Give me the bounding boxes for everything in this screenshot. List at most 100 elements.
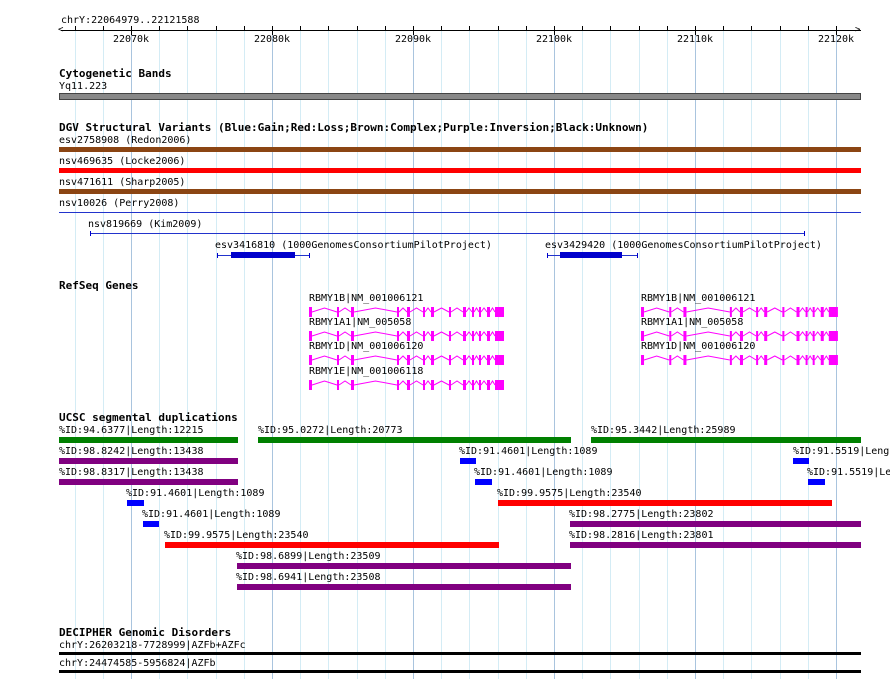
- gene-exon: [812, 355, 815, 365]
- ruler-tick: [469, 26, 470, 31]
- gene-intron: [338, 380, 352, 386]
- segdup-label: %ID:98.8242|Length:13438: [59, 446, 204, 457]
- gene-label[interactable]: RBMY1A1|NM_005058: [641, 317, 743, 328]
- gene-intron: [686, 307, 730, 313]
- ruler-tick: [187, 26, 188, 31]
- dgv-feature-bar[interactable]: [59, 147, 861, 152]
- gene-intron: [409, 331, 424, 337]
- dgv-feature-label: esv2758908 (Redon2006): [59, 135, 192, 146]
- segdup-bar[interactable]: [59, 479, 238, 485]
- segdup-label: %ID:98.8317|Length:13438: [59, 467, 204, 478]
- gene-intron: [311, 307, 338, 313]
- dgv-feature-line[interactable]: [90, 233, 804, 234]
- ruler-right-arrow-icon[interactable]: >: [855, 26, 860, 35]
- gene-exon: [782, 355, 785, 365]
- gene-exon: [669, 331, 672, 341]
- gene-exon: [431, 380, 434, 390]
- gene-exon: [828, 307, 838, 317]
- gene-exon: [495, 331, 504, 341]
- dgv-feature-label: nsv471611 (Sharp2005): [59, 177, 186, 188]
- gene-intron: [473, 355, 480, 361]
- gene-exon: [796, 355, 800, 365]
- gene-exon: [756, 331, 759, 341]
- segdup-bar[interactable]: [237, 584, 571, 590]
- gene-intron: [338, 331, 352, 337]
- gene-intron: [409, 380, 424, 386]
- gene-exon: [739, 331, 743, 341]
- segdup-bar[interactable]: [59, 458, 238, 464]
- dgv-feature-bar[interactable]: [59, 189, 861, 194]
- gene-intron: [784, 331, 797, 337]
- gene-model[interactable]: [309, 354, 516, 366]
- gene-exon: [472, 331, 474, 341]
- feature-endcap: [90, 231, 91, 236]
- gene-exon: [764, 331, 768, 341]
- gene-model[interactable]: [641, 354, 850, 366]
- dgv-feature-label: nsv469635 (Locke2006): [59, 156, 186, 167]
- gene-exon: [337, 307, 339, 317]
- gene-intron: [353, 307, 398, 313]
- segdup-bar[interactable]: [498, 500, 832, 506]
- gene-intron: [465, 331, 473, 337]
- decipher-bar[interactable]: [59, 652, 861, 655]
- gene-label[interactable]: RBMY1B|NM_001006121: [641, 293, 755, 304]
- segdup-label: %ID:91.4601|Length:1089: [142, 509, 281, 520]
- gene-exon: [479, 307, 481, 317]
- gene-label[interactable]: RBMY1D|NM_001006120: [309, 341, 423, 352]
- segdup-bar[interactable]: [591, 437, 861, 443]
- dgv-feature-bar[interactable]: [59, 168, 861, 173]
- gene-intron: [311, 355, 338, 361]
- segdup-bar[interactable]: [808, 479, 825, 485]
- segdup-bar[interactable]: [570, 542, 861, 548]
- ruler-tick: [723, 26, 724, 31]
- gene-label[interactable]: RBMY1E|NM_001006118: [309, 366, 423, 377]
- gene-intron: [311, 331, 338, 337]
- gene-label[interactable]: RBMY1B|NM_001006121: [309, 293, 423, 304]
- decipher-bar[interactable]: [59, 670, 861, 673]
- segdup-bar[interactable]: [460, 458, 476, 464]
- segdup-bar[interactable]: [127, 500, 144, 506]
- gene-intron: [643, 331, 670, 337]
- gene-intron: [473, 331, 480, 337]
- gene-exon: [782, 331, 785, 341]
- gene-exon: [397, 380, 399, 390]
- gene-intron: [311, 380, 338, 386]
- gene-intron: [643, 307, 670, 313]
- gene-exon: [337, 380, 339, 390]
- dgv-feature-line[interactable]: [59, 212, 861, 213]
- segdup-bar[interactable]: [570, 521, 861, 527]
- segdup-bar[interactable]: [475, 479, 492, 485]
- dgv-feature-label: nsv10026 (Perry2008): [59, 198, 180, 209]
- gene-exon: [729, 331, 732, 341]
- gene-intron: [671, 307, 684, 313]
- gene-intron: [450, 307, 464, 313]
- segdup-bar[interactable]: [793, 458, 809, 464]
- gene-exon: [495, 380, 504, 390]
- track-title-segdup: UCSC segmental duplications: [59, 411, 238, 424]
- gene-exon: [805, 331, 808, 341]
- cytoband-bar[interactable]: [59, 93, 861, 100]
- gene-exon: [820, 331, 824, 341]
- segdup-bar[interactable]: [59, 437, 238, 443]
- gene-exon: [669, 355, 672, 365]
- dgv-feature-block[interactable]: [231, 252, 295, 258]
- gene-intron: [424, 307, 432, 313]
- gene-exon: [683, 355, 687, 365]
- segdup-bar[interactable]: [237, 563, 571, 569]
- gene-exon: [796, 331, 800, 341]
- gene-intron: [398, 380, 408, 386]
- segdup-bar[interactable]: [143, 521, 159, 527]
- gene-model[interactable]: [309, 379, 516, 391]
- gene-label[interactable]: RBMY1A1|NM_005058: [309, 317, 411, 328]
- gene-intron: [757, 355, 765, 361]
- gene-intron: [814, 307, 822, 313]
- tick-label: 22070k: [112, 34, 150, 45]
- gene-exon: [337, 355, 339, 365]
- gene-intron: [489, 307, 496, 313]
- segdup-bar[interactable]: [165, 542, 499, 548]
- gene-intron: [742, 331, 757, 337]
- dgv-feature-block[interactable]: [560, 252, 622, 258]
- segdup-bar[interactable]: [258, 437, 571, 443]
- feature-endcap: [637, 253, 638, 258]
- gene-label[interactable]: RBMY1D|NM_001006120: [641, 341, 755, 352]
